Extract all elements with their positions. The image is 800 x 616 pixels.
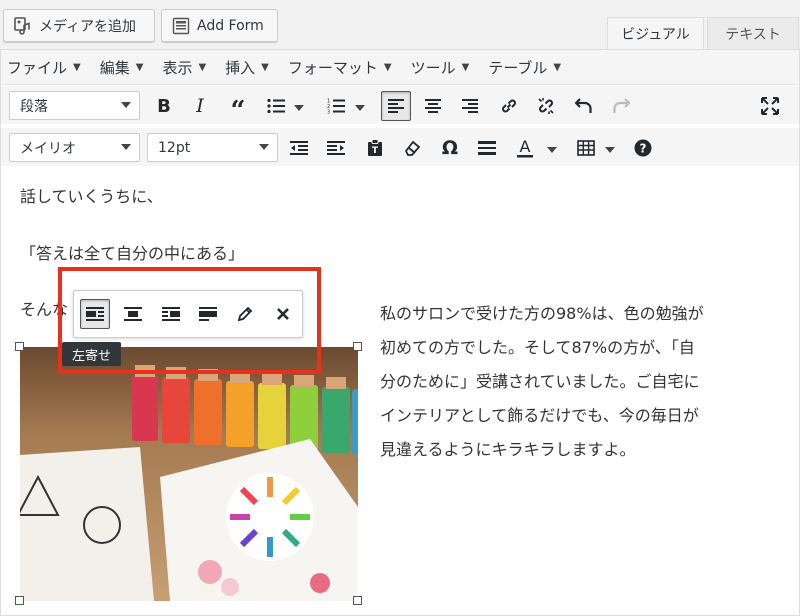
bold-icon[interactable]: B xyxy=(149,91,179,121)
menu-tools[interactable]: ツール ▼ xyxy=(411,57,470,78)
add-media-label: メディアを追加 xyxy=(39,18,137,35)
format-select-value: 段落 xyxy=(20,98,48,115)
menu-bar: ファイル ▼ 編集 ▼ 表示 ▼ 挿入 ▼ フォーマット ▼ ツール ▼ テーブル ▼ xyxy=(1,50,799,85)
numbered-list-dropdown[interactable] xyxy=(355,105,365,111)
add-media-button[interactable]: メディアを追加 xyxy=(3,9,155,42)
content-line-2: 「答えは全て自分の中にある」 xyxy=(20,244,245,263)
svg-text:3: 3 xyxy=(327,110,330,115)
color-bottles-photo xyxy=(20,347,358,601)
numbered-list-icon[interactable]: 123 xyxy=(321,91,351,121)
menu-table[interactable]: テーブル ▼ xyxy=(488,57,561,78)
align-center-icon[interactable] xyxy=(418,91,448,121)
clear-formatting-icon[interactable] xyxy=(397,133,427,163)
help-icon[interactable]: ? xyxy=(628,133,658,163)
add-form-button[interactable]: Add Form xyxy=(161,9,278,42)
toolbar-secondary: メイリオ 12pt T Ω A ? xyxy=(1,128,799,166)
selected-image[interactable] xyxy=(20,347,358,601)
side-line: インテリアとして飾るだけでも、今の毎日が xyxy=(380,406,699,425)
blockquote-icon[interactable]: “ xyxy=(223,91,253,124)
resize-handle[interactable] xyxy=(353,342,362,351)
text-color-icon[interactable]: A xyxy=(510,133,540,163)
table-icon[interactable] xyxy=(571,133,601,163)
font-size-value: 12pt xyxy=(158,139,191,156)
bullet-list-icon[interactable] xyxy=(261,91,291,121)
link-icon[interactable] xyxy=(494,91,524,121)
font-family-select[interactable]: メイリオ xyxy=(9,133,140,162)
form-icon xyxy=(172,17,190,34)
redo-icon[interactable] xyxy=(606,91,636,121)
font-family-value: メイリオ xyxy=(20,140,76,157)
outdent-icon[interactable] xyxy=(284,133,314,163)
resize-handle[interactable] xyxy=(15,596,24,605)
indent-icon[interactable] xyxy=(321,133,351,163)
unlink-icon[interactable] xyxy=(531,91,561,121)
menu-edit[interactable]: 編集 ▼ xyxy=(100,57,144,78)
resize-handle[interactable] xyxy=(15,342,24,351)
resize-handle[interactable] xyxy=(353,596,362,605)
svg-text:A: A xyxy=(520,138,531,156)
menu-insert[interactable]: 挿入 ▼ xyxy=(225,57,269,78)
paste-text-icon[interactable]: T xyxy=(360,133,390,163)
menu-view[interactable]: 表示 ▼ xyxy=(162,57,206,78)
tab-visual[interactable]: ビジュアル xyxy=(607,17,704,49)
menu-file[interactable]: ファイル ▼ xyxy=(7,57,81,78)
align-right-icon[interactable] xyxy=(455,91,485,121)
content-line-1: 話していくうちに、 xyxy=(20,187,163,206)
media-icon xyxy=(14,16,30,35)
tab-text[interactable]: テキスト xyxy=(707,17,799,49)
svg-text:?: ? xyxy=(640,142,647,156)
toolbar-primary: 段落 B I “ 123 xyxy=(1,86,799,124)
svg-text:T: T xyxy=(372,146,379,156)
side-line: 見違えるようにキラキラしますよ。 xyxy=(380,440,636,459)
fullscreen-icon[interactable] xyxy=(755,91,785,121)
format-select[interactable]: 段落 xyxy=(9,91,140,120)
side-line: 私のサロンで受けた方の98%は、色の勉強が xyxy=(380,304,704,323)
font-size-select[interactable]: 12pt xyxy=(147,133,278,162)
bullet-list-dropdown[interactable] xyxy=(294,105,304,111)
undo-icon[interactable] xyxy=(569,91,599,121)
side-line: 初めての方でした。そして87%の方が、「自 xyxy=(380,338,695,357)
side-line: 分のために」受講されていました。ご自宅に xyxy=(380,372,700,391)
highlight-box xyxy=(58,267,321,374)
horizontal-rule-icon[interactable] xyxy=(472,133,502,163)
align-left-icon[interactable] xyxy=(381,91,411,121)
menu-format[interactable]: フォーマット ▼ xyxy=(288,57,392,78)
text-color-dropdown[interactable] xyxy=(547,147,557,153)
special-character-icon[interactable]: Ω xyxy=(435,133,465,163)
side-paragraph: 私のサロンで受けた方の98%は、色の勉強が 初めての方でした。そして87%の方が… xyxy=(380,297,780,467)
table-dropdown[interactable] xyxy=(605,147,615,153)
add-form-label: Add Form xyxy=(197,17,264,34)
italic-icon[interactable]: I xyxy=(185,91,215,121)
